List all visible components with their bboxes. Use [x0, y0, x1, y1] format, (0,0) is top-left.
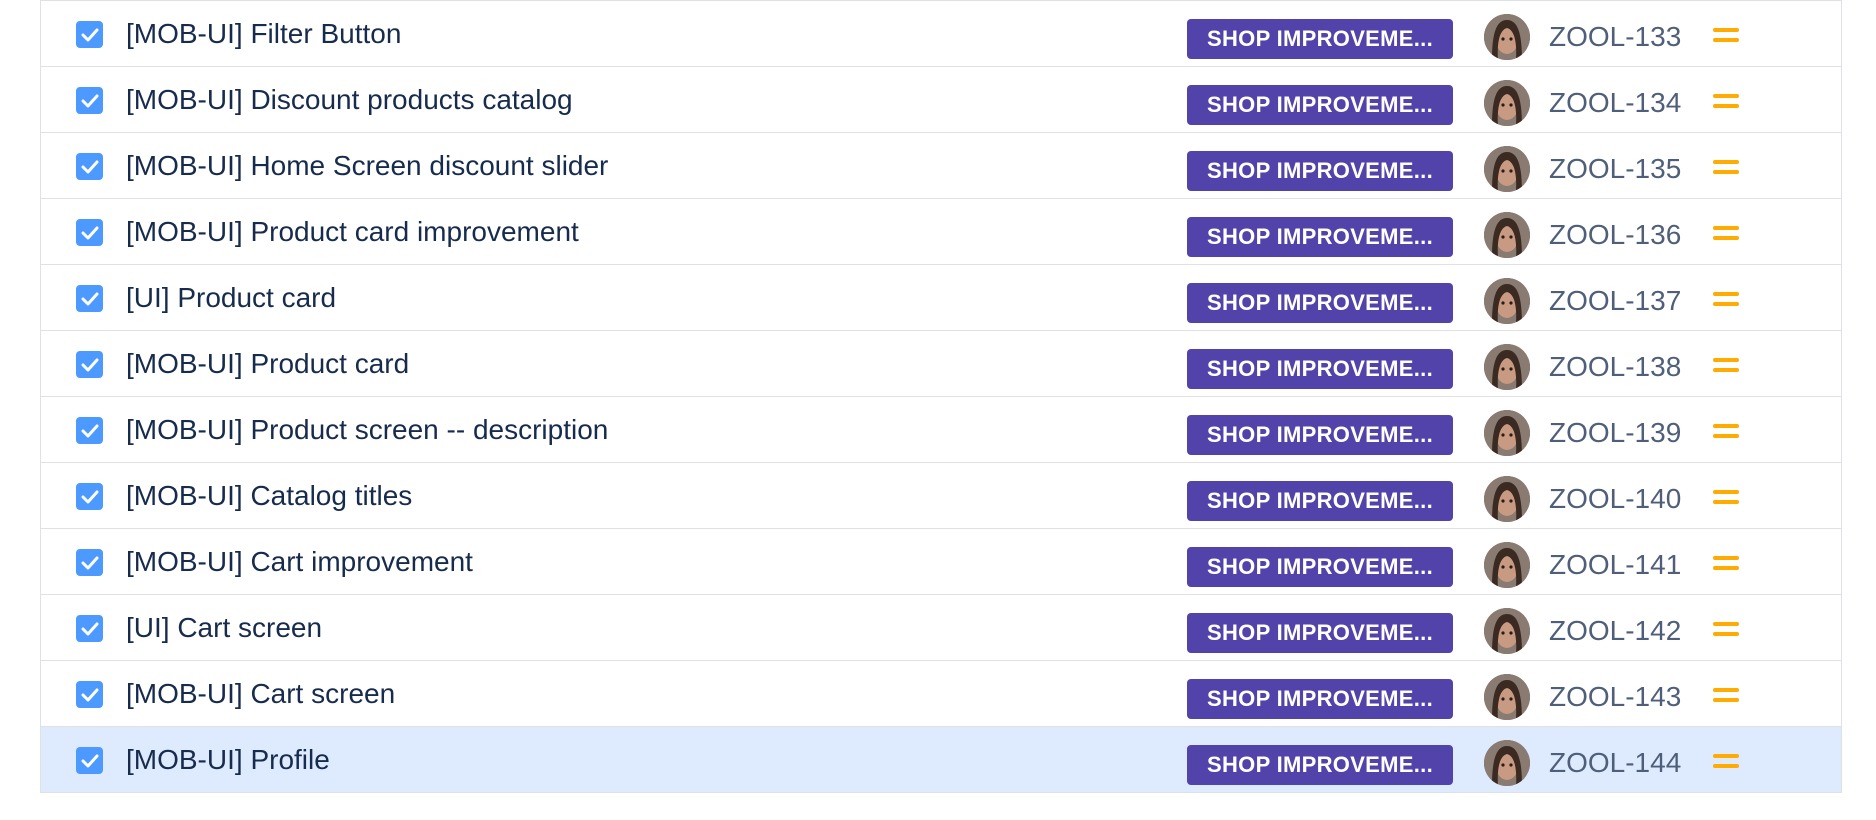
- epic-badge[interactable]: SHOP IMPROVEME...: [1187, 547, 1453, 587]
- assignee-avatar[interactable]: [1484, 674, 1530, 720]
- checkbox-checked-icon[interactable]: [76, 21, 103, 48]
- epic-badge[interactable]: SHOP IMPROVEME...: [1187, 217, 1453, 257]
- issue-row[interactable]: [UI] Product card SHOP IMPROVEME... ZOOL…: [41, 264, 1841, 330]
- assignee-avatar[interactable]: [1484, 608, 1530, 654]
- epic-badge[interactable]: SHOP IMPROVEME...: [1187, 415, 1453, 455]
- assignee-avatar[interactable]: [1484, 740, 1530, 786]
- issue-summary[interactable]: [MOB-UI] Cart screen: [126, 678, 395, 710]
- issue-key[interactable]: ZOOL-144: [1549, 747, 1681, 779]
- medium-priority-icon: [1713, 91, 1739, 111]
- epic-badge[interactable]: SHOP IMPROVEME...: [1187, 481, 1453, 521]
- epic-badge[interactable]: SHOP IMPROVEME...: [1187, 349, 1453, 389]
- issue-summary[interactable]: [MOB-UI] Product screen -- description: [126, 414, 608, 446]
- medium-priority-icon: [1713, 223, 1739, 243]
- issue-key[interactable]: ZOOL-134: [1549, 87, 1681, 119]
- checkbox-checked-icon[interactable]: [76, 219, 103, 246]
- issue-row[interactable]: [MOB-UI] Product card improvement SHOP I…: [41, 198, 1841, 264]
- issue-summary[interactable]: [MOB-UI] Profile: [126, 744, 330, 776]
- checkbox-checked-icon[interactable]: [76, 285, 103, 312]
- assignee-avatar[interactable]: [1484, 542, 1530, 588]
- issue-key[interactable]: ZOOL-140: [1549, 483, 1681, 515]
- issue-key[interactable]: ZOOL-141: [1549, 549, 1681, 581]
- issue-key[interactable]: ZOOL-143: [1549, 681, 1681, 713]
- assignee-avatar[interactable]: [1484, 14, 1530, 60]
- assignee-avatar[interactable]: [1484, 80, 1530, 126]
- assignee-avatar[interactable]: [1484, 278, 1530, 324]
- issue-summary[interactable]: [MOB-UI] Discount products catalog: [126, 84, 573, 116]
- issue-key[interactable]: ZOOL-142: [1549, 615, 1681, 647]
- issue-summary[interactable]: [MOB-UI] Home Screen discount slider: [126, 150, 608, 182]
- issue-summary[interactable]: [UI] Product card: [126, 282, 336, 314]
- assignee-avatar[interactable]: [1484, 212, 1530, 258]
- issue-summary[interactable]: [MOB-UI] Product card: [126, 348, 409, 380]
- issue-key[interactable]: ZOOL-138: [1549, 351, 1681, 383]
- medium-priority-icon: [1713, 553, 1739, 573]
- epic-badge[interactable]: SHOP IMPROVEME...: [1187, 85, 1453, 125]
- checkbox-checked-icon[interactable]: [76, 351, 103, 378]
- issue-row[interactable]: [MOB-UI] Catalog titles SHOP IMPROVEME..…: [41, 462, 1841, 528]
- checkbox-checked-icon[interactable]: [76, 549, 103, 576]
- issue-row[interactable]: [MOB-UI] Product card SHOP IMPROVEME... …: [41, 330, 1841, 396]
- issue-row[interactable]: [UI] Cart screen SHOP IMPROVEME... ZOOL-…: [41, 594, 1841, 660]
- medium-priority-icon: [1713, 157, 1739, 177]
- epic-badge[interactable]: SHOP IMPROVEME...: [1187, 151, 1453, 191]
- issue-summary[interactable]: [MOB-UI] Catalog titles: [126, 480, 412, 512]
- issue-row[interactable]: [MOB-UI] Cart screen SHOP IMPROVEME... Z…: [41, 660, 1841, 726]
- issue-key[interactable]: ZOOL-133: [1549, 21, 1681, 53]
- issue-summary[interactable]: [MOB-UI] Filter Button: [126, 18, 401, 50]
- medium-priority-icon: [1713, 487, 1739, 507]
- medium-priority-icon: [1713, 25, 1739, 45]
- epic-badge[interactable]: SHOP IMPROVEME...: [1187, 679, 1453, 719]
- medium-priority-icon: [1713, 751, 1739, 771]
- assignee-avatar[interactable]: [1484, 146, 1530, 192]
- epic-badge[interactable]: SHOP IMPROVEME...: [1187, 613, 1453, 653]
- issue-summary[interactable]: [MOB-UI] Cart improvement: [126, 546, 473, 578]
- issue-summary[interactable]: [UI] Cart screen: [126, 612, 322, 644]
- issue-row[interactable]: [MOB-UI] Discount products catalog SHOP …: [41, 66, 1841, 132]
- medium-priority-icon: [1713, 619, 1739, 639]
- issue-summary[interactable]: [MOB-UI] Product card improvement: [126, 216, 579, 248]
- epic-badge[interactable]: SHOP IMPROVEME...: [1187, 19, 1453, 59]
- assignee-avatar[interactable]: [1484, 344, 1530, 390]
- issue-row[interactable]: [MOB-UI] Cart improvement SHOP IMPROVEME…: [41, 528, 1841, 594]
- issue-key[interactable]: ZOOL-135: [1549, 153, 1681, 185]
- issue-row[interactable]: [MOB-UI] Product screen -- description S…: [41, 396, 1841, 462]
- issue-key[interactable]: ZOOL-137: [1549, 285, 1681, 317]
- checkbox-checked-icon[interactable]: [76, 87, 103, 114]
- checkbox-checked-icon[interactable]: [76, 681, 103, 708]
- issue-row-selected[interactable]: [MOB-UI] Profile SHOP IMPROVEME... ZOOL-…: [41, 726, 1841, 792]
- issue-key[interactable]: ZOOL-139: [1549, 417, 1681, 449]
- medium-priority-icon: [1713, 355, 1739, 375]
- medium-priority-icon: [1713, 685, 1739, 705]
- checkbox-checked-icon[interactable]: [76, 153, 103, 180]
- checkbox-checked-icon[interactable]: [76, 615, 103, 642]
- checkbox-checked-icon[interactable]: [76, 483, 103, 510]
- checkbox-checked-icon[interactable]: [76, 747, 103, 774]
- assignee-avatar[interactable]: [1484, 476, 1530, 522]
- epic-badge[interactable]: SHOP IMPROVEME...: [1187, 283, 1453, 323]
- issue-key[interactable]: ZOOL-136: [1549, 219, 1681, 251]
- issue-row[interactable]: [MOB-UI] Filter Button SHOP IMPROVEME...…: [41, 0, 1841, 66]
- issue-list: [MOB-UI] Filter Button SHOP IMPROVEME...…: [40, 0, 1842, 793]
- epic-badge[interactable]: SHOP IMPROVEME...: [1187, 745, 1453, 785]
- checkbox-checked-icon[interactable]: [76, 417, 103, 444]
- assignee-avatar[interactable]: [1484, 410, 1530, 456]
- medium-priority-icon: [1713, 289, 1739, 309]
- medium-priority-icon: [1713, 421, 1739, 441]
- issue-row[interactable]: [MOB-UI] Home Screen discount slider SHO…: [41, 132, 1841, 198]
